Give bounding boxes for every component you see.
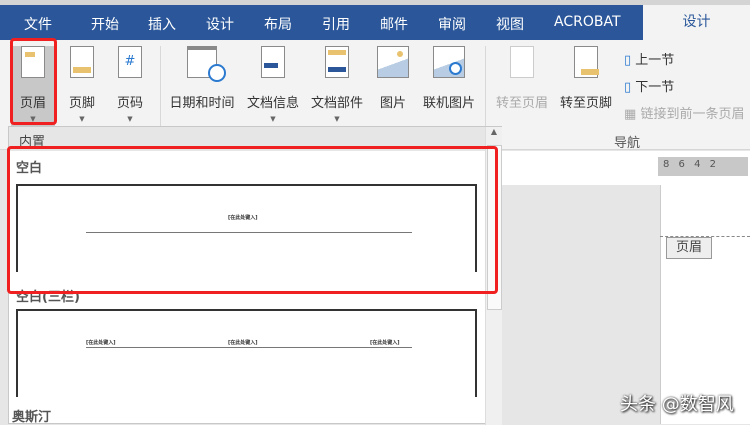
date-time-button[interactable]: 日期和时间 <box>164 46 240 111</box>
picture-icon <box>372 46 414 82</box>
chevron-down-icon: ▼ <box>79 115 85 123</box>
tab-home[interactable]: 开始 <box>91 14 119 34</box>
next-section-icon: ▯ <box>624 80 632 95</box>
goto-header-icon <box>490 46 554 82</box>
highlight-box-blank-item <box>7 146 498 294</box>
footer-button[interactable]: 页脚 ▼ <box>60 46 104 123</box>
goto-footer-icon <box>554 46 618 82</box>
navigation-group-label: 导航 <box>614 136 641 151</box>
gallery-item-austin[interactable]: 奥斯汀 <box>12 406 51 425</box>
tab-insert[interactable]: 插入 <box>148 14 176 34</box>
tab-layout[interactable]: 布局 <box>264 14 292 34</box>
tab-design[interactable]: 设计 <box>206 14 234 34</box>
link-icon: ▦ <box>624 107 637 122</box>
tab-review[interactable]: 审阅 <box>438 14 466 34</box>
online-picture-icon <box>418 46 480 82</box>
three-column-header-preview: [在此处键入] [在此处键入] [在此处键入] <box>16 309 477 397</box>
chevron-down-icon: ▼ <box>270 115 276 123</box>
footer-icon <box>60 46 104 82</box>
ribbon-tab-bar: 文件 开始 插入 设计 布局 引用 邮件 审阅 视图 ACROBAT <box>0 5 750 40</box>
previous-section-icon: ▯ <box>624 53 632 68</box>
link-to-previous-button[interactable]: ▦ 链接到前一条页眉 <box>624 103 744 122</box>
calendar-clock-icon <box>164 46 240 82</box>
page-number-button[interactable]: # 页码 ▼ <box>108 46 152 123</box>
document-page <box>660 185 750 424</box>
tab-header-footer-design[interactable]: 设计 <box>643 5 750 40</box>
watermark: 头条 @数智风 <box>620 394 734 415</box>
goto-footer-button[interactable]: 转至页脚 <box>554 46 618 111</box>
header-tag: 页眉 <box>666 237 712 259</box>
tab-file[interactable]: 文件 <box>24 14 52 34</box>
tab-view[interactable]: 视图 <box>496 14 524 34</box>
highlight-box-header-button <box>10 38 57 125</box>
next-section-button[interactable]: ▯ 下一节 <box>624 76 674 95</box>
quick-parts-icon <box>306 46 368 82</box>
online-picture-button[interactable]: 联机图片 <box>418 46 480 111</box>
chevron-down-icon: ▼ <box>334 115 340 123</box>
gallery-item-blank-three-column[interactable]: 空白(三栏) [在此处键入] [在此处键入] [在此处键入] <box>9 287 485 407</box>
picture-button[interactable]: 图片 <box>372 46 414 111</box>
chevron-down-icon: ▼ <box>127 115 133 123</box>
page-number-icon: # <box>108 46 152 82</box>
previous-section-button[interactable]: ▯ 上一节 <box>624 49 674 68</box>
document-info-icon <box>242 46 304 82</box>
tab-references[interactable]: 引用 <box>322 14 350 34</box>
tab-mailings[interactable]: 邮件 <box>380 14 408 34</box>
scroll-up-icon[interactable]: ▲ <box>486 127 502 136</box>
tab-acrobat[interactable]: ACROBAT <box>554 14 621 30</box>
ruler: 8 6 4 2 <box>658 157 748 176</box>
goto-header-button[interactable]: 转至页眉 <box>490 46 554 111</box>
document-info-button[interactable]: 文档信息 ▼ <box>242 46 304 123</box>
header-rule <box>86 347 412 348</box>
quick-parts-button[interactable]: 文档部件 ▼ <box>306 46 368 123</box>
